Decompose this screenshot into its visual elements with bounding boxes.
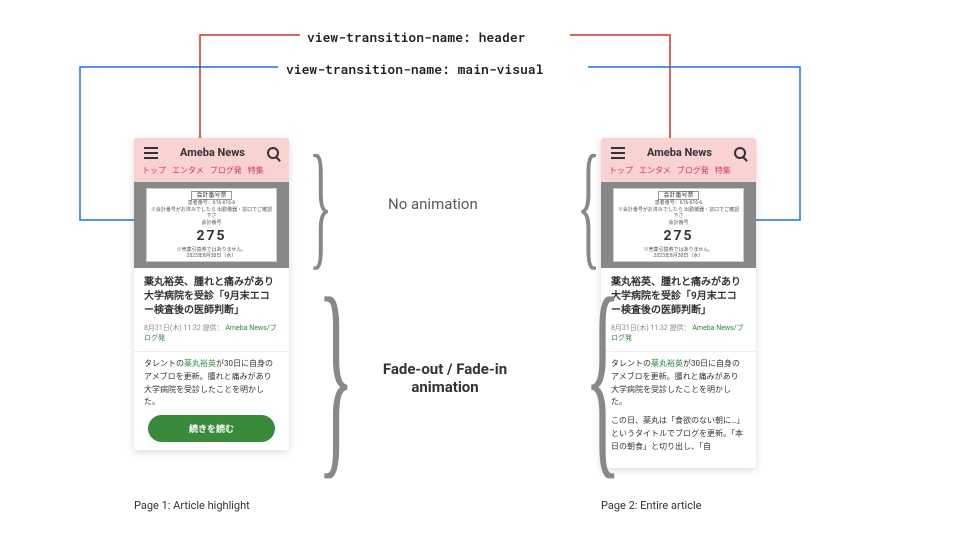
brace-icon: } bbox=[584, 265, 621, 485]
article-para-1: タレントの薬丸裕英が30日に自身のアメブロを更新。腫れと痛みがあり大学病院を受診… bbox=[611, 358, 746, 409]
phone2-main-visual: 会計番号票 患者番号：616-616-6 ※会計番号がお済みでしたら 出勤機器・… bbox=[601, 182, 756, 268]
meta-provider: 提供： bbox=[203, 324, 224, 332]
phone-page-1: Ameba News トップ エンタメ ブログ発 特集 会計番号票 患者番号：6… bbox=[134, 138, 289, 450]
search-icon[interactable] bbox=[267, 147, 279, 159]
vt-label-main-visual: view-transition-name: main-visual bbox=[286, 60, 543, 78]
caption-page-1: Page 1: Article highlight bbox=[134, 499, 250, 512]
ticket-title: 会計番号票 bbox=[658, 191, 698, 201]
phone2-header: Ameba News トップ エンタメ ブログ発 特集 bbox=[601, 138, 756, 182]
article-meta: 8月31日(木) 11:32 提供： Ameba News/ブログ発 bbox=[611, 323, 746, 343]
article-para-1: タレントの薬丸裕英が30日に自身のアメブロを更新。腫れと痛みがあり大学病院を受診… bbox=[144, 358, 279, 409]
article-meta: 8月31日(木) 11:32 提供： Ameba News/ブログ発 bbox=[144, 323, 279, 343]
brand-logo: Ameba News bbox=[180, 146, 245, 159]
article-para-2: この日、薬丸は「食欲のない朝に…」というタイトルでブログを更新。「本日の朝食」と… bbox=[611, 415, 746, 453]
nav-item[interactable]: トップ bbox=[142, 165, 166, 176]
annotation-fade-animation: Fade-out / Fade-in animation bbox=[365, 360, 525, 396]
ticket-line: ※会計番号がお済みでしたら 出勤機器・窓口でご確認下さ bbox=[616, 207, 742, 220]
hamburger-icon[interactable] bbox=[611, 152, 625, 154]
phone2-nav: トップ エンタメ ブログ発 特集 bbox=[601, 165, 756, 182]
annotation-no-animation: No animation bbox=[388, 195, 478, 213]
ticket-date: 2023年8月30日（水） bbox=[654, 253, 704, 260]
ticket-line: ※会計番号がお済みでしたら 出勤機器・窓口でご確認下さ bbox=[149, 207, 275, 220]
ticket-image: 会計番号票 患者番号：616-616-6 ※会計番号がお済みでしたら 出勤機器・… bbox=[146, 188, 278, 262]
phone1-header: Ameba News トップ エンタメ ブログ発 特集 bbox=[134, 138, 289, 182]
phone1-main-visual: 会計番号票 患者番号：616-616-6 ※会計番号がお済みでしたら 出勤機器・… bbox=[134, 182, 289, 268]
article-title: 薬丸裕英、腫れと痛みがあり大学病院を受診「9月末エコー検査後の医師判断」 bbox=[611, 276, 746, 318]
para-text: タレントの bbox=[144, 359, 184, 368]
read-more-button[interactable]: 続きを読む bbox=[148, 415, 275, 442]
divider bbox=[601, 351, 756, 352]
phone1-body: 薬丸裕英、腫れと痛みがあり大学病院を受診「9月末エコー検査後の医師判断」 8月3… bbox=[134, 268, 289, 450]
ticket-image: 会計番号票 患者番号：616-616-6 ※会計番号がお済みでしたら 出勤機器・… bbox=[613, 188, 745, 262]
ticket-title: 会計番号票 bbox=[191, 191, 231, 201]
nav-item[interactable]: ブログ発 bbox=[677, 165, 709, 176]
article-title: 薬丸裕英、腫れと痛みがあり大学病院を受診「9月末エコー検査後の医師判断」 bbox=[144, 276, 279, 318]
phone1-nav: トップ エンタメ ブログ発 特集 bbox=[134, 165, 289, 182]
phone2-body: 薬丸裕英、腫れと痛みがあり大学病院を受診「9月末エコー検査後の医師判断」 8月3… bbox=[601, 268, 756, 468]
para-link[interactable]: 薬丸裕英 bbox=[651, 359, 683, 368]
ticket-numlabel: 会計番号 bbox=[668, 220, 688, 227]
hamburger-icon[interactable] bbox=[144, 152, 158, 154]
brand-logo: Ameba News bbox=[647, 146, 712, 159]
brace-icon: } bbox=[317, 265, 354, 485]
ticket-number: 275 bbox=[663, 227, 693, 245]
nav-item[interactable]: エンタメ bbox=[639, 165, 671, 176]
ticket-number: 275 bbox=[196, 227, 226, 245]
nav-item[interactable]: トップ bbox=[609, 165, 633, 176]
caption-page-2: Page 2: Entire article bbox=[601, 499, 701, 512]
vt-label-header: view-transition-name: header bbox=[307, 28, 525, 46]
nav-item[interactable]: エンタメ bbox=[172, 165, 204, 176]
para-link[interactable]: 薬丸裕英 bbox=[184, 359, 216, 368]
nav-item[interactable]: 特集 bbox=[248, 165, 264, 176]
meta-provider: 提供： bbox=[670, 324, 691, 332]
phone-page-2: Ameba News トップ エンタメ ブログ発 特集 会計番号票 患者番号：6… bbox=[601, 138, 756, 468]
search-icon[interactable] bbox=[734, 147, 746, 159]
nav-item[interactable]: 特集 bbox=[715, 165, 731, 176]
divider bbox=[134, 351, 289, 352]
ticket-date: 2023年8月30日（水） bbox=[187, 253, 237, 260]
nav-item[interactable]: ブログ発 bbox=[210, 165, 242, 176]
ticket-numlabel: 会計番号 bbox=[201, 220, 221, 227]
meta-time: 8月31日(木) 11:32 bbox=[144, 324, 201, 332]
